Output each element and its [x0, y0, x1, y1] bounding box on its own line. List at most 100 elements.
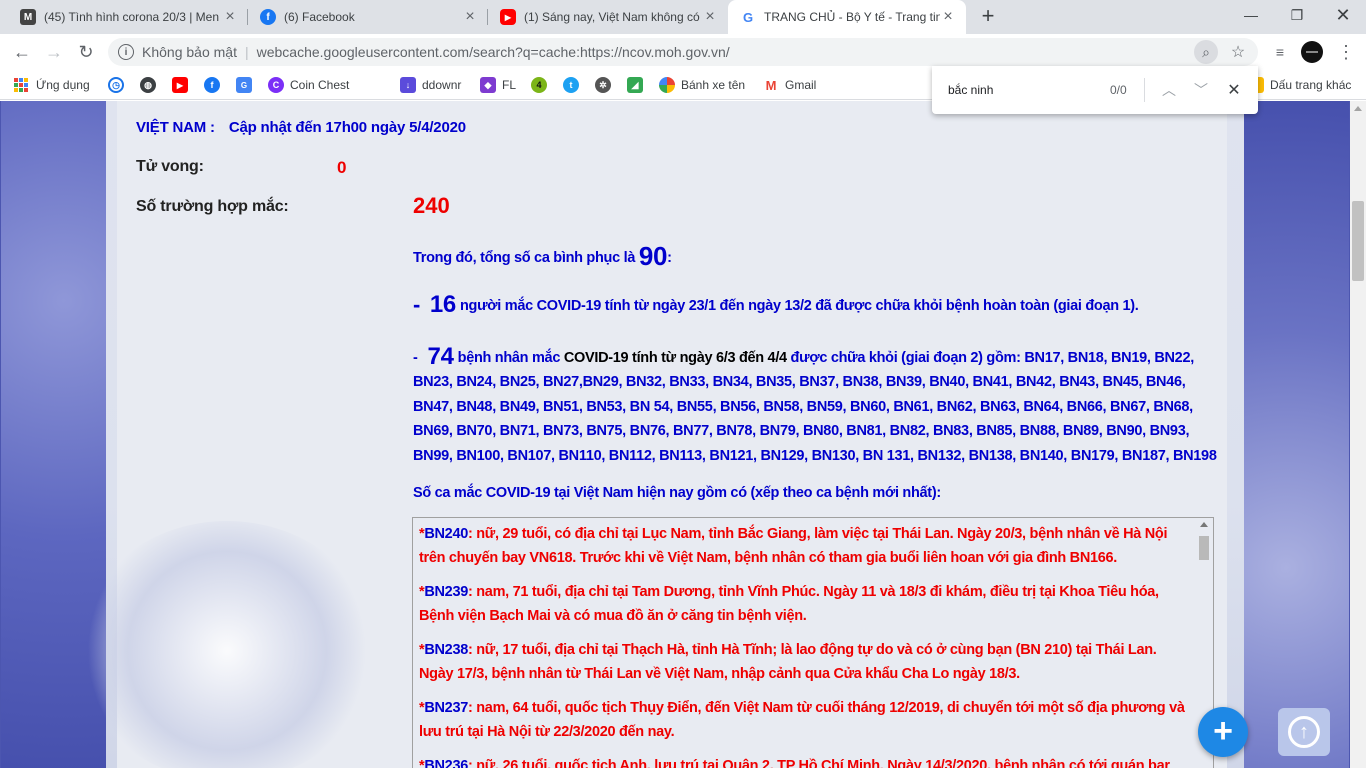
bookmark-twitter[interactable]: t [563, 75, 579, 95]
bookmark-gmail[interactable]: M Gmail [763, 75, 816, 95]
recovered-value: 90 [638, 241, 668, 271]
security-label[interactable]: Không bảo mật [142, 44, 237, 60]
restore-icon[interactable]: ❐ [1274, 0, 1320, 30]
scroll-up-icon[interactable] [1354, 106, 1362, 111]
patient-id: BN240 [424, 526, 468, 542]
patient-details: : nữ, 26 tuổi, quốc tịch Anh, lưu trú tạ… [467, 758, 1170, 768]
bookmark-wheel-of-names[interactable]: Bánh xe tên [659, 75, 745, 95]
recovered-prefix: Trong đó, tổng số ca bình phục là [413, 250, 639, 266]
phase1-summary: - 16 người mắc COVID-19 tính từ ngày 23/1… [413, 291, 1223, 319]
list-heading: Số ca mắc COVID-19 tại Việt Nam hiện nay… [413, 485, 941, 501]
media-control-icon[interactable]: ≡ [1268, 40, 1292, 64]
bookmark-ddownr[interactable]: ↓ ddownr [400, 75, 461, 95]
bookmark-other[interactable]: Dấu trang khác [1254, 75, 1351, 95]
close-icon[interactable]: × [462, 9, 478, 25]
bookmark-globe[interactable]: ◍ [140, 75, 156, 95]
bookmark-history[interactable]: ◷ [108, 75, 124, 95]
youtube-icon: ▶ [500, 9, 516, 25]
facebook-icon: f [204, 77, 220, 93]
tab-3[interactable]: ▶ (1) Sáng nay, Việt Nam không có × [488, 0, 728, 34]
phase2-summary: -74 bệnh nhân mắc COVID-19 tính từ ngày 6… [413, 343, 1223, 468]
download-icon: ↓ [400, 77, 416, 93]
google-icon: G [740, 9, 756, 25]
country-header: VIỆT NAM : Cập nhật đến 17h00 ngày 5/4/20… [136, 119, 466, 136]
list-item: *BN240: nữ, 29 tuổi, có địa chỉ tại Lục … [419, 522, 1189, 570]
bookmark-facebook[interactable]: f [204, 75, 220, 95]
bookmark-wheel[interactable]: ✲ [595, 75, 611, 95]
patient-id: BN237 [424, 700, 468, 716]
deaths-label: Tử vong: [136, 158, 204, 175]
patient-details: : nữ, 29 tuổi, có địa chỉ tại Lục Nam, t… [419, 526, 1168, 566]
window-close-icon[interactable]: ✕ [1320, 0, 1366, 30]
updated-label: Cập nhật đến 17h00 ngày 5/4/2020 [228, 119, 466, 136]
menu-kebab-icon[interactable]: ⋮ [1334, 40, 1358, 64]
phase2-text-b: COVID-19 tính từ ngày 6/3 đến 4/4 [563, 350, 787, 366]
bookmark-apps[interactable]: Ứng dụng [14, 75, 90, 95]
tab-title: TRANG CHỦ - Bộ Y tế - Trang tin [764, 10, 940, 24]
bookmark-label: ddownr [422, 78, 462, 92]
bookmark-youtube[interactable]: ▶ [172, 75, 188, 95]
bookmark-maps[interactable]: ◢ [627, 75, 643, 95]
find-count: 0/0 [1110, 83, 1127, 97]
bookmark-label: Dấu trang khác [1270, 78, 1352, 92]
bookmark-coin-chest[interactable]: C Coin Chest [268, 75, 349, 95]
bookmark-translate[interactable]: G [236, 75, 252, 95]
cases-list-box[interactable]: *BN240: nữ, 29 tuổi, có địa chỉ tại Lục … [412, 517, 1214, 768]
new-tab-button[interactable]: + [976, 5, 1000, 29]
back-arrow-icon[interactable]: ← [8, 38, 36, 66]
cases-value: 240 [413, 193, 450, 218]
address-bar[interactable]: i Không bảo mật | webcache.googleusercon… [108, 38, 1258, 66]
facebook-icon: f [260, 9, 276, 25]
apps-grid-icon [14, 78, 28, 92]
find-next-icon[interactable]: ﹀ [1189, 78, 1213, 102]
phase1-dash: - [413, 292, 426, 317]
tab-2[interactable]: f (6) Facebook × [248, 0, 488, 34]
phase1-value: 16 [429, 291, 456, 318]
bookmark-fl[interactable]: ◆ FL [480, 75, 516, 95]
find-previous-icon[interactable]: ︿ [1157, 78, 1181, 102]
page-scrollbar[interactable] [1350, 101, 1366, 768]
fl-icon: ◆ [480, 77, 496, 93]
bookmark-four[interactable]: 4 [531, 75, 547, 95]
find-close-icon[interactable]: ✕ [1222, 78, 1246, 102]
list-item: *BN238: nữ, 17 tuổi, địa chỉ tại Thạch H… [419, 638, 1189, 686]
phase2-patient-list: được chữa khỏi (giai đoạn 2) gồm: BN17, … [413, 350, 1217, 464]
patient-details: : nữ, 17 tuổi, địa chỉ tại Thạch Hà, tỉn… [419, 642, 1157, 682]
bookmark-label: Gmail [785, 78, 817, 92]
reload-icon[interactable]: ↻ [72, 38, 100, 66]
plus-fab-button[interactable]: + [1198, 707, 1248, 757]
patient-details: : nam, 71 tuổi, địa chỉ tại Tam Dương, t… [419, 584, 1159, 624]
scroll-up-icon[interactable] [1200, 522, 1208, 527]
tab-1[interactable]: M (45) Tình hình corona 20/3 | Men × [8, 0, 248, 34]
find-input[interactable]: bắc ninh [948, 83, 1098, 97]
scroll-thumb[interactable] [1199, 536, 1209, 560]
patient-id: BN238 [424, 642, 468, 658]
url-text[interactable]: webcache.googleusercontent.com/search?q=… [257, 44, 730, 60]
browser-toolbar: ← → ↻ i Không bảo mật | webcache.googleu… [0, 34, 1366, 70]
back-to-top-button[interactable]: ↑ [1278, 708, 1330, 756]
close-icon[interactable]: × [702, 9, 718, 25]
bookmark-label: Bánh xe tên [681, 78, 746, 92]
four-icon: 4 [531, 77, 547, 93]
close-icon[interactable]: × [940, 9, 956, 25]
coin-icon: C [268, 77, 284, 93]
tab-title: (1) Sáng nay, Việt Nam không có [524, 10, 700, 24]
phase1-text: người mắc COVID-19 tính từ ngày 23/1 đến… [459, 298, 1139, 314]
phase2-text-a: bệnh nhân mắc [457, 350, 564, 366]
bookmark-star-icon[interactable]: ☆ [1226, 40, 1250, 64]
avatar[interactable] [1301, 41, 1323, 63]
forward-arrow-icon[interactable]: → [40, 38, 68, 66]
info-icon[interactable]: i [118, 44, 134, 60]
scroll-thumb[interactable] [1352, 201, 1364, 281]
list-item: *BN239: nam, 71 tuổi, địa chỉ tại Tam Dư… [419, 580, 1189, 628]
close-icon[interactable]: × [222, 9, 238, 25]
bookmark-label: Ứng dụng [36, 78, 90, 92]
youtube-icon: ▶ [172, 77, 188, 93]
tab-4-active[interactable]: G TRANG CHỦ - Bộ Y tế - Trang tin × [728, 0, 966, 34]
cases-label: Số trường hợp mắc: [136, 198, 289, 215]
phase2-value: 74 [427, 343, 454, 370]
minimize-icon[interactable]: — [1228, 0, 1274, 30]
twitter-icon: t [563, 77, 579, 93]
m-icon: M [20, 9, 36, 25]
find-in-page-icon[interactable]: ⌕ [1194, 40, 1218, 64]
